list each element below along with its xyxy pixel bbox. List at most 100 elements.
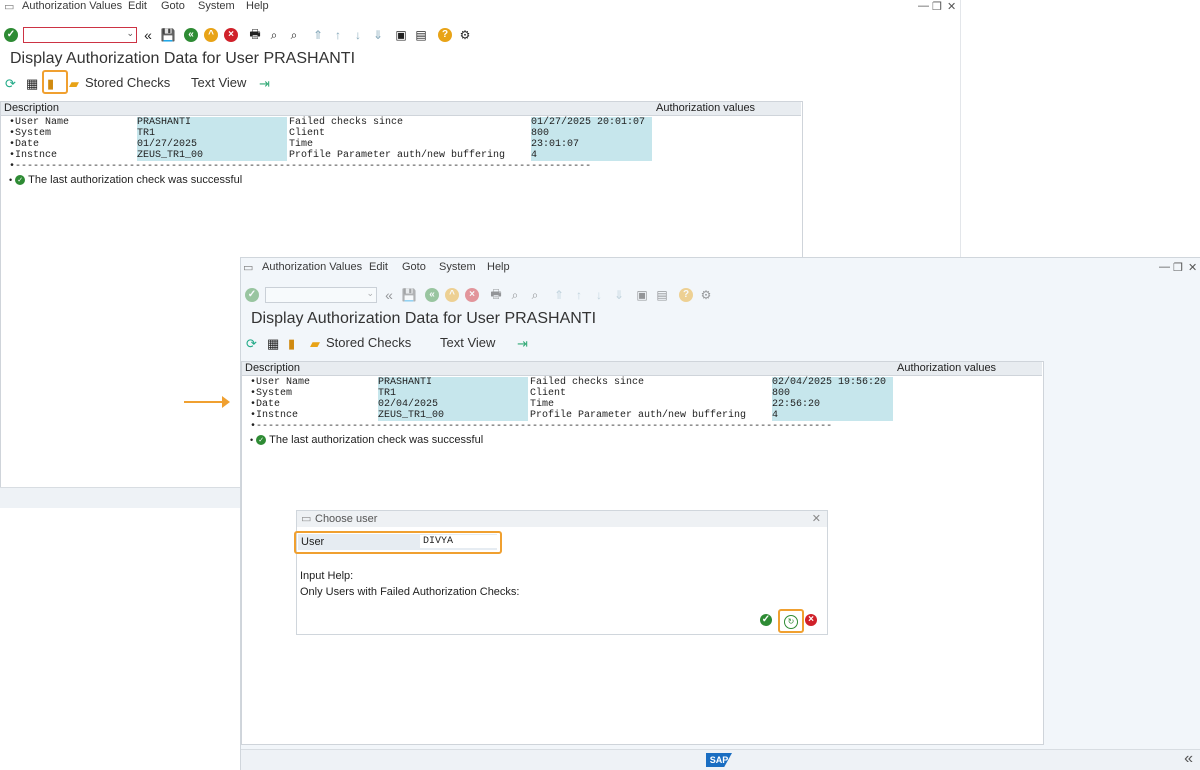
restore-icon[interactable]: ❐ <box>1173 261 1183 274</box>
menu-system[interactable]: System <box>198 0 235 12</box>
dialog-icon: ▭ <box>301 513 312 525</box>
new-session-icon[interactable]: ▣ <box>634 287 650 303</box>
divider: • --------------------------------------… <box>250 421 832 432</box>
stored-checks-icon[interactable]: ▰ <box>310 336 324 351</box>
next-page-icon[interactable]: ↓ <box>591 287 607 303</box>
cancel-icon[interactable]: × <box>223 27 239 43</box>
save-icon[interactable]: 💾 <box>401 287 417 303</box>
system-toolbar: ✓ ⌄ « 💾 « ^ × 🖶 ⌕ ⌕ ⇑ ↑ ↓ ⇓ ▣ ▤ ? ⚙ <box>0 27 960 49</box>
next-page-icon[interactable]: ↓ <box>350 27 366 43</box>
dialog-close-icon[interactable]: ✕ <box>812 511 821 527</box>
settings-icon[interactable]: ⚙ <box>457 27 473 43</box>
shortcut-icon[interactable]: ▤ <box>654 287 670 303</box>
exit-icon[interactable]: ^ <box>444 287 460 303</box>
first-page-icon[interactable]: ⇑ <box>551 287 567 303</box>
menu-icon[interactable]: ▭ <box>4 0 14 13</box>
export-icon[interactable]: ⇥ <box>259 76 273 91</box>
menu-help[interactable]: Help <box>487 261 510 273</box>
exit-icon[interactable]: ^ <box>203 27 219 43</box>
back-icon[interactable]: « <box>183 27 199 43</box>
export-icon[interactable]: ⇥ <box>517 336 531 351</box>
prev-page-icon[interactable]: ↑ <box>571 287 587 303</box>
menu-goto[interactable]: Goto <box>161 0 185 12</box>
find-icon[interactable]: ⌕ <box>266 27 282 43</box>
user-row: User DIVYA <box>298 534 497 550</box>
table-icon[interactable]: ▦ <box>26 76 40 91</box>
close-icon[interactable]: ✕ <box>947 0 956 13</box>
refresh-icon[interactable]: ⟳ <box>5 76 19 91</box>
menu-edit[interactable]: Edit <box>369 261 388 273</box>
first-page-icon[interactable]: ⇑ <box>310 27 326 43</box>
enter-icon[interactable]: ✓ <box>3 27 19 43</box>
row-label: System <box>15 128 52 139</box>
menu-icon[interactable]: ▭ <box>243 261 253 274</box>
back-icon[interactable]: « <box>424 287 440 303</box>
row-label: Time <box>530 399 555 410</box>
continue-button[interactable]: ↻ <box>784 615 798 629</box>
row-value: 22:56:20 <box>772 399 893 410</box>
cancel-button[interactable]: × <box>805 614 817 626</box>
menu-bar: ▭ Authorization Values Edit Goto System … <box>241 261 1200 277</box>
divider: • --------------------------------------… <box>9 161 591 172</box>
menu-bar: ▭ Authorization Values Edit Goto System … <box>0 0 960 16</box>
close-icon[interactable]: ✕ <box>1188 261 1197 274</box>
row-label: System <box>256 388 293 399</box>
ok-button[interactable]: ✓ <box>760 614 772 626</box>
save-icon[interactable]: 💾 <box>160 27 176 43</box>
refresh-icon[interactable]: ⟳ <box>246 336 260 351</box>
last-page-icon[interactable]: ⇓ <box>370 27 386 43</box>
minimize-icon[interactable]: — <box>1159 261 1170 273</box>
restore-icon[interactable]: ❐ <box>932 0 942 13</box>
help-icon[interactable]: ? <box>678 287 694 303</box>
row-label: Profile Parameter auth/new buffering <box>289 150 506 161</box>
row-value: PRASHANTI <box>378 377 528 388</box>
help-icon[interactable]: ? <box>437 27 453 43</box>
success-text: The last authorization check was success… <box>28 174 243 186</box>
minimize-icon[interactable]: — <box>918 0 929 12</box>
status-bar: SAP « <box>241 749 1200 770</box>
stored-checks-icon[interactable]: ▰ <box>69 76 83 91</box>
find-next-icon[interactable]: ⌕ <box>527 287 543 303</box>
description-header: Description <box>1 102 653 116</box>
success-text: The last authorization check was success… <box>269 434 484 446</box>
row-value: PRASHANTI <box>137 117 287 128</box>
menu-authorization-values[interactable]: Authorization Values <box>262 261 362 273</box>
collapse-icon[interactable]: « <box>1184 750 1193 768</box>
shortcut-icon[interactable]: ▤ <box>413 27 429 43</box>
command-field[interactable]: ⌄ <box>265 287 377 303</box>
new-session-icon[interactable]: ▣ <box>393 27 409 43</box>
stored-checks-button[interactable]: Stored Checks <box>85 75 170 90</box>
enter-icon[interactable]: ✓ <box>244 287 260 303</box>
cancel-icon[interactable]: × <box>464 287 480 303</box>
text-view-button[interactable]: Text View <box>440 335 495 350</box>
text-view-button[interactable]: Text View <box>191 75 246 90</box>
choose-user-icon[interactable]: ▮ <box>288 336 302 351</box>
table-icon[interactable]: ▦ <box>267 336 281 351</box>
highlight-box <box>42 70 68 94</box>
last-page-icon[interactable]: ⇓ <box>611 287 627 303</box>
command-field[interactable]: ⌄ <box>23 27 137 43</box>
back-arrows-icon[interactable]: « <box>381 287 397 303</box>
check-icon: ✓ <box>256 435 267 445</box>
sap-logo: SAP <box>706 753 732 767</box>
find-next-icon[interactable]: ⌕ <box>286 27 302 43</box>
print-icon[interactable]: 🖶 <box>488 287 504 303</box>
settings-icon[interactable]: ⚙ <box>698 287 714 303</box>
find-icon[interactable]: ⌕ <box>507 287 523 303</box>
menu-edit[interactable]: Edit <box>128 0 147 12</box>
menu-system[interactable]: System <box>439 261 476 273</box>
menu-help[interactable]: Help <box>246 0 269 12</box>
menu-goto[interactable]: Goto <box>402 261 426 273</box>
row-label: Failed checks since <box>289 117 404 128</box>
description-header: Description <box>242 362 894 376</box>
user-input[interactable]: DIVYA <box>420 535 497 548</box>
menu-authorization-values[interactable]: Authorization Values <box>22 0 122 12</box>
prev-page-icon[interactable]: ↑ <box>330 27 346 43</box>
stored-checks-button[interactable]: Stored Checks <box>326 335 411 350</box>
row-label: Failed checks since <box>530 377 645 388</box>
print-icon[interactable]: 🖶 <box>247 27 263 43</box>
back-arrows-icon[interactable]: « <box>140 27 156 43</box>
row-label: Instnce <box>15 150 58 161</box>
success-message: • ✓ The last authorization check was succ… <box>250 434 484 446</box>
row-value: 02/04/2025 19:56:20 <box>772 377 893 388</box>
